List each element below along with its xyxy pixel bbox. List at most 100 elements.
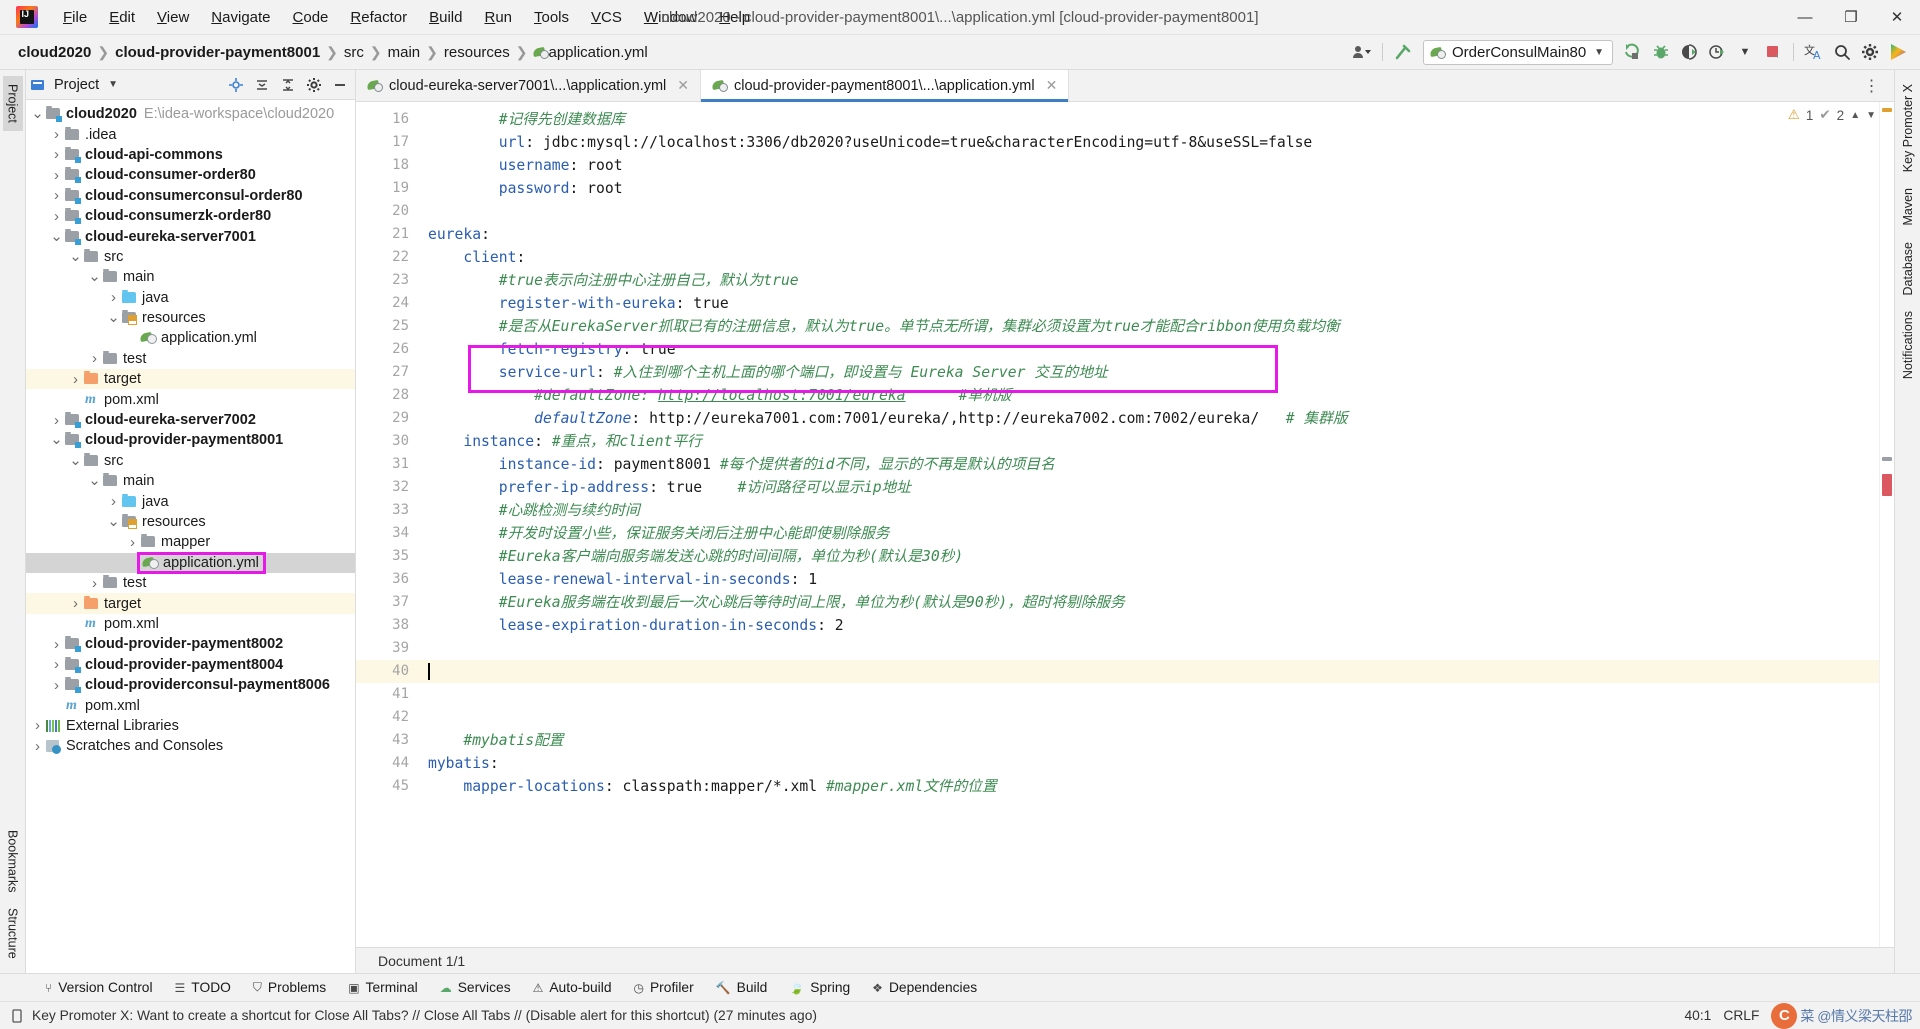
chevron-down-icon[interactable]: ⌄: [106, 310, 121, 325]
chevron-right-icon[interactable]: ›: [30, 738, 45, 755]
line-number[interactable]: 41: [356, 683, 418, 706]
settings-gear-icon[interactable]: [303, 74, 325, 96]
coverage-icon[interactable]: [1675, 39, 1703, 65]
tree-node-test[interactable]: › test: [26, 349, 355, 369]
status-message[interactable]: Key Promoter X: Want to create a shortcu…: [32, 1008, 817, 1023]
line-number[interactable]: 18: [356, 154, 418, 177]
window-controls[interactable]: — ❐ ✕: [1782, 0, 1920, 35]
chevron-right-icon[interactable]: ›: [49, 636, 64, 653]
tree-node-cloud-provider-payment8004[interactable]: › cloud-provider-payment8004: [26, 655, 355, 675]
tree-node-main[interactable]: ⌄ main: [26, 267, 355, 287]
maximize-button[interactable]: ❐: [1828, 0, 1874, 35]
tree-node-mapper[interactable]: › mapper: [26, 532, 355, 552]
chevron-right-icon[interactable]: ›: [106, 493, 121, 510]
menu-item-help[interactable]: Help: [708, 6, 761, 29]
menu-item-file[interactable]: File: [52, 6, 98, 29]
line-number[interactable]: 34: [356, 522, 418, 545]
hide-icon[interactable]: [329, 74, 351, 96]
tree-node-resources[interactable]: ⌄ resources: [26, 308, 355, 328]
minimize-button[interactable]: —: [1782, 0, 1828, 35]
code-line[interactable]: #Eureka服务端在收到最后一次心跳后等待时间上限，单位为秒(默认是90秒)，…: [418, 591, 1879, 614]
code-line[interactable]: client:: [418, 246, 1879, 269]
search-everywhere-icon[interactable]: [1828, 39, 1856, 65]
line-number[interactable]: 16: [356, 108, 418, 131]
editor-markers-strip[interactable]: [1879, 102, 1894, 947]
code-line[interactable]: #是否从EurekaServer抓取已有的注册信息，默认为true。单节点无所谓…: [418, 315, 1879, 338]
code-line[interactable]: #记得先创建数据库: [418, 108, 1879, 131]
chevron-right-icon[interactable]: ›: [49, 187, 64, 204]
line-number[interactable]: 25: [356, 315, 418, 338]
code-line[interactable]: [418, 683, 1879, 706]
tool-window-spring[interactable]: 🍃 Spring: [778, 978, 861, 997]
menu-item-window[interactable]: Window: [633, 6, 708, 29]
inspection-summary[interactable]: ⚠ 1 ✔ 2 ▲ ▼: [1788, 107, 1876, 123]
code-line[interactable]: lease-renewal-interval-in-seconds: 1: [418, 568, 1879, 591]
breadcrumb[interactable]: cloud2020 ❯ cloud-provider-payment8001 ❯ src…: [14, 42, 652, 63]
line-number[interactable]: 44⊖: [356, 752, 428, 775]
tree-node-application-yml[interactable]: application.yml: [26, 328, 355, 348]
tree-node-cloud2020[interactable]: ⌄ cloud2020 E:\idea-workspace\cloud2020: [26, 104, 355, 124]
line-number[interactable]: 37: [356, 591, 418, 614]
menu-item-refactor[interactable]: Refactor: [339, 6, 418, 29]
breadcrumb-item-resources[interactable]: resources: [440, 42, 514, 63]
code-line[interactable]: #Eureka客户端向服务端发送心跳的时间间隔，单位为秒(默认是30秒): [418, 545, 1879, 568]
sidebar-item-notifications[interactable]: Notifications: [1898, 303, 1918, 387]
tree-node-cloud-consumerzk-order80[interactable]: › cloud-consumerzk-order80: [26, 206, 355, 226]
tree-node-cloud-providerconsul-payment8006[interactable]: › cloud-providerconsul-payment8006: [26, 675, 355, 695]
code-line[interactable]: [418, 637, 1879, 660]
chevron-down-icon[interactable]: ▼: [1594, 47, 1604, 58]
sidebar-item-maven[interactable]: Maven: [1898, 180, 1918, 234]
menu-item-run[interactable]: Run: [473, 6, 523, 29]
tree-node-external-libraries[interactable]: › External Libraries: [26, 716, 355, 736]
line-number[interactable]: 17: [356, 131, 418, 154]
menu-item-edit[interactable]: Edit: [98, 6, 146, 29]
tree-node-pom-xml[interactable]: m pom.xml: [26, 389, 355, 409]
tree-node-target[interactable]: › target: [26, 593, 355, 614]
chevron-down-icon[interactable]: ⌄: [68, 453, 83, 468]
line-number[interactable]: 23: [356, 269, 418, 292]
chevron-right-icon[interactable]: ›: [49, 656, 64, 673]
code-line[interactable]: mybatis:: [418, 752, 1879, 775]
run-configuration-selector[interactable]: OrderConsulMain80 ▼: [1423, 39, 1613, 65]
chevron-down-icon[interactable]: ⌄: [87, 269, 102, 284]
chevron-down-icon[interactable]: ⌄: [49, 229, 64, 244]
chevron-right-icon[interactable]: ›: [30, 717, 45, 734]
menu-item-tools[interactable]: Tools: [523, 6, 580, 29]
tree-node-main[interactable]: ⌄ main: [26, 471, 355, 491]
chevron-up-icon[interactable]: ▲: [1850, 110, 1860, 121]
breadcrumb-item-cloud2020[interactable]: cloud2020: [14, 42, 95, 63]
line-number[interactable]: 33: [356, 499, 418, 522]
line-number[interactable]: 28: [356, 384, 418, 407]
code-line[interactable]: mapper-locations: classpath:mapper/*.xml…: [418, 775, 1879, 798]
chevron-right-icon[interactable]: ›: [49, 126, 64, 143]
code-line[interactable]: #mybatis配置: [418, 729, 1879, 752]
menu-item-vcs[interactable]: VCS: [580, 6, 633, 29]
tree-node-cloud-consumer-order80[interactable]: › cloud-consumer-order80: [26, 165, 355, 185]
code-line[interactable]: username: root: [418, 154, 1879, 177]
line-number[interactable]: 40: [356, 660, 418, 683]
code-line[interactable]: password: root: [418, 177, 1879, 200]
line-number[interactable]: 21⊖: [356, 223, 428, 246]
chevron-down-icon[interactable]: ⌄: [68, 249, 83, 264]
code-editor[interactable]: 16171819⊖2021⊖22⊖2324252627⊖2829⊖30⊖3132…: [356, 102, 1894, 947]
line-number[interactable]: 35: [356, 545, 418, 568]
line-number[interactable]: 20: [356, 200, 418, 223]
tool-window-services[interactable]: ☁ Services: [429, 978, 522, 997]
chevron-right-icon[interactable]: ›: [68, 371, 83, 388]
tree-node-target[interactable]: › target: [26, 369, 355, 390]
sidebar-item-project[interactable]: Project: [2, 76, 23, 131]
tree-node-cloud-consumerconsul-order80[interactable]: › cloud-consumerconsul-order80: [26, 186, 355, 206]
project-tree[interactable]: ⌄ cloud2020 E:\idea-workspace\cloud2020 › .i…: [26, 100, 355, 973]
close-icon[interactable]: ✕: [1046, 77, 1058, 94]
code-line[interactable]: [418, 200, 1879, 223]
stop-icon[interactable]: [1759, 39, 1787, 65]
chevron-down-icon[interactable]: ▼: [1866, 110, 1876, 121]
caret-position[interactable]: 40:1: [1685, 1008, 1712, 1023]
menu-item-code[interactable]: Code: [282, 6, 340, 29]
profiler-icon[interactable]: [1703, 39, 1731, 65]
expand-icon[interactable]: [277, 74, 299, 96]
more-options-icon[interactable]: ⋮: [1858, 73, 1886, 99]
line-number[interactable]: 26: [356, 338, 418, 361]
tool-window-todo[interactable]: ☰ TODO: [164, 978, 242, 997]
tree-node-src[interactable]: ⌄ src: [26, 451, 355, 471]
